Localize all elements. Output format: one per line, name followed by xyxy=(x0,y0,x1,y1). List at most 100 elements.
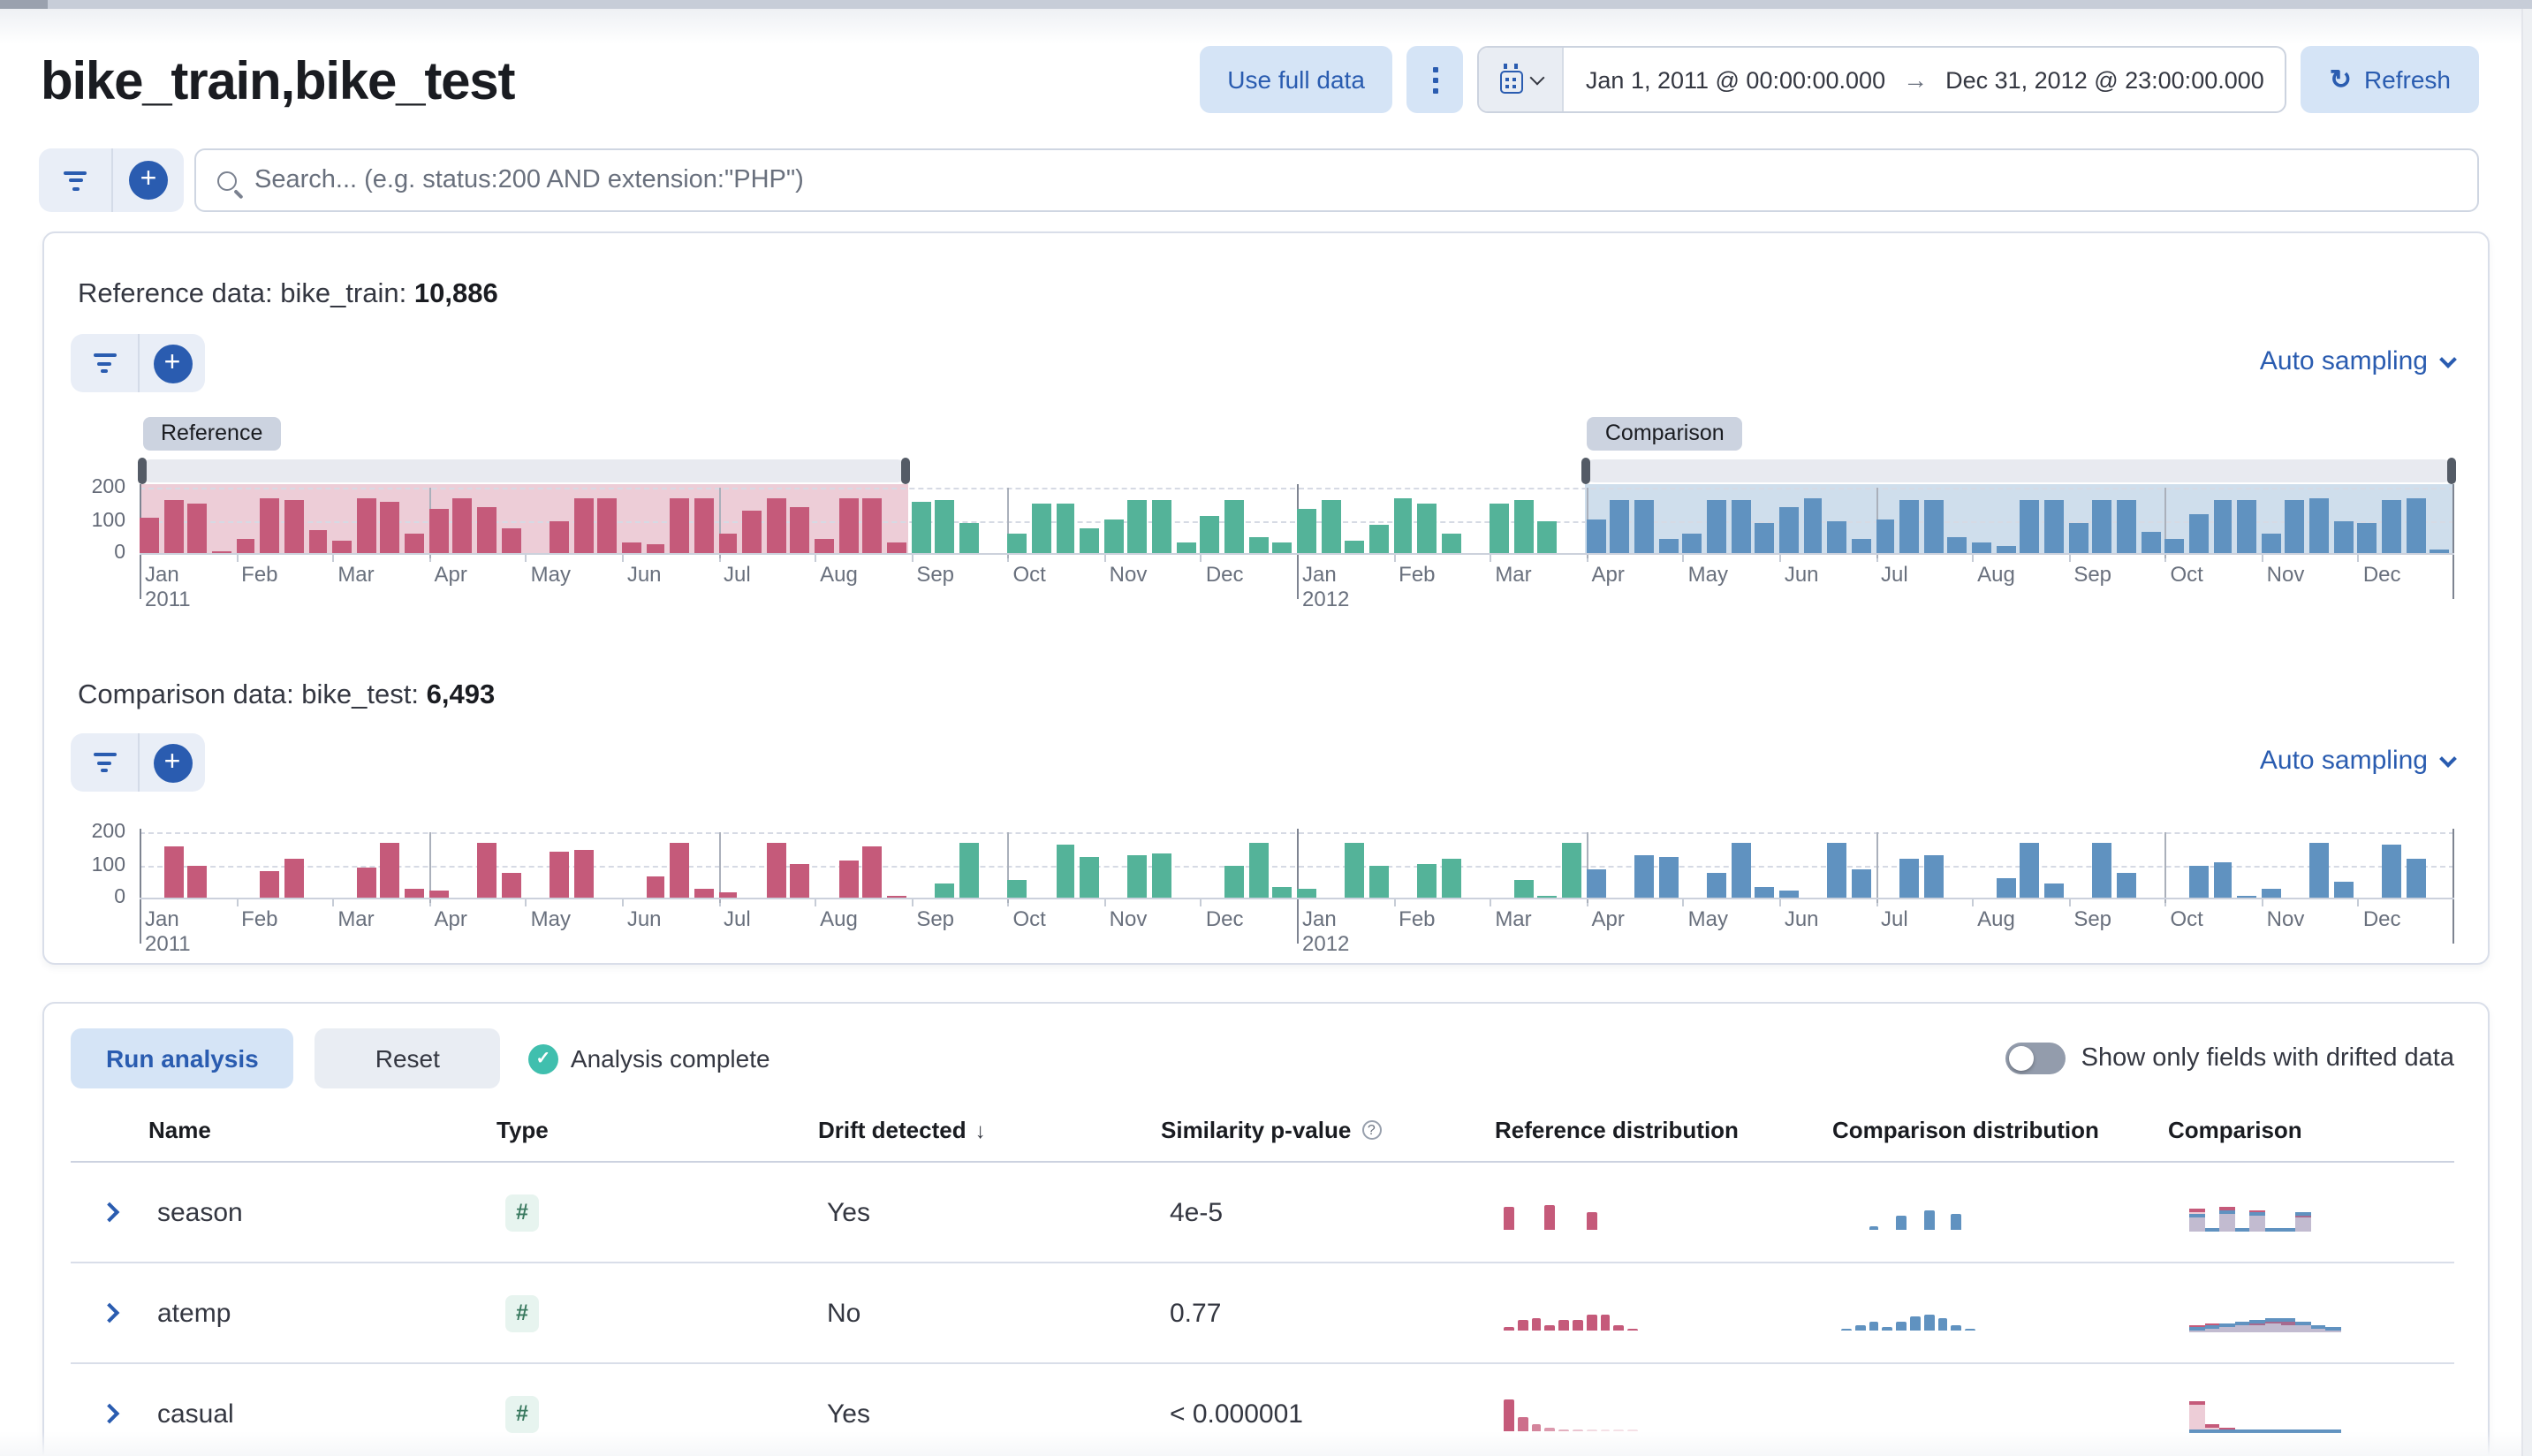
histogram-bar xyxy=(2309,499,2329,553)
calendar-quick-select[interactable] xyxy=(1480,48,1565,111)
histogram-bar xyxy=(260,499,279,553)
refresh-button[interactable]: ↻ Refresh xyxy=(2301,46,2479,113)
similarity-p-value: 0.77 xyxy=(1161,1298,1495,1328)
mini-bar xyxy=(1869,1322,1879,1331)
date-range-values: Jan 1, 2011 @ 00:00:00.000 → Dec 31, 201… xyxy=(1565,48,2286,111)
mini-bar xyxy=(1504,1399,1514,1431)
histogram-bar xyxy=(1852,538,1871,553)
histogram-bar xyxy=(2141,532,2160,553)
filter-button[interactable] xyxy=(71,733,138,792)
histogram-bar xyxy=(815,538,834,553)
histogram-bar xyxy=(1707,501,1726,553)
mini-bar xyxy=(1924,1315,1935,1331)
histogram-bar xyxy=(405,534,424,553)
histogram-bar xyxy=(1779,891,1799,898)
histogram-bar xyxy=(1924,856,1944,898)
page-scrollbar[interactable] xyxy=(2521,9,2532,1456)
apps-menu-button[interactable] xyxy=(1407,46,1464,113)
date-end[interactable]: Dec 31, 2012 @ 23:00:00.000 xyxy=(1945,66,2264,93)
expand-row-icon[interactable] xyxy=(100,1303,120,1323)
x-axis-label: Apr xyxy=(435,562,467,588)
date-start[interactable]: Jan 1, 2011 @ 00:00:00.000 xyxy=(1586,66,1885,93)
mini-bar xyxy=(1855,1325,1866,1331)
mini-bar xyxy=(1883,1327,1893,1331)
chevron-down-icon xyxy=(2439,749,2457,767)
table-row[interactable]: season # Yes 4e-5 xyxy=(71,1163,2454,1263)
reference-time-brush[interactable] xyxy=(140,459,908,482)
histogram-bar xyxy=(622,543,641,553)
column-drift-detected[interactable]: Drift detected↓ xyxy=(818,1117,1161,1143)
histogram-bar xyxy=(1152,501,1171,553)
reference-auto-sampling-dropdown[interactable]: Auto sampling xyxy=(2260,346,2454,376)
x-axis-label: May xyxy=(531,906,571,932)
numeric-type-badge: # xyxy=(505,1395,539,1432)
comparison-auto-sampling-dropdown[interactable]: Auto sampling xyxy=(2260,746,2454,776)
x-axis-label: Jan2012 xyxy=(1302,562,1349,613)
filter-button[interactable] xyxy=(39,148,111,212)
overlay-step xyxy=(2235,1228,2250,1232)
expand-row-icon[interactable] xyxy=(100,1404,120,1424)
histogram-bar xyxy=(1297,890,1316,898)
histogram-bar xyxy=(838,860,858,898)
histogram-bar xyxy=(1080,858,1099,898)
expand-row-icon[interactable] xyxy=(100,1202,120,1223)
date-range-picker[interactable]: Jan 1, 2011 @ 00:00:00.000 → Dec 31, 201… xyxy=(1478,46,2287,113)
x-axis-label: Dec xyxy=(2363,562,2401,588)
x-axis-label: Mar xyxy=(337,562,374,588)
overlay-step xyxy=(2189,1401,2204,1433)
overlay-step xyxy=(2219,1323,2234,1332)
search-input[interactable]: Search... (e.g. status:200 AND extension… xyxy=(194,148,2479,212)
x-axis-label: Jun xyxy=(627,906,662,932)
drifted-only-toggle[interactable] xyxy=(2005,1043,2066,1074)
overlay-step xyxy=(2204,1228,2219,1232)
x-axis-label: Mar xyxy=(337,906,374,932)
x-axis-label: Apr xyxy=(435,906,467,932)
search-icon xyxy=(217,171,237,190)
x-axis-label: May xyxy=(1688,562,1728,588)
comparison-time-brush[interactable] xyxy=(1584,459,2454,482)
x-axis-label: Nov xyxy=(2267,562,2305,588)
mini-bar xyxy=(1965,1329,1975,1331)
use-full-data-button[interactable]: Use full data xyxy=(1199,46,1393,113)
histogram-bar xyxy=(236,538,255,553)
reference-distribution-chart xyxy=(1504,1194,1638,1230)
overlay-step xyxy=(2280,1228,2295,1232)
mini-bar xyxy=(1545,1325,1556,1331)
query-filter-group: + xyxy=(39,148,184,212)
filter-icon xyxy=(93,753,116,772)
x-axis-label: Nov xyxy=(2267,906,2305,932)
x-axis-label: Jan2011 xyxy=(145,906,191,958)
add-filter-button[interactable]: + xyxy=(138,733,205,792)
histogram-bar xyxy=(2165,538,2185,553)
column-name[interactable]: Name xyxy=(148,1117,497,1143)
column-comparison-distribution: Comparison distribution xyxy=(1832,1117,2168,1143)
overlay-step xyxy=(2189,1214,2204,1232)
reset-button[interactable]: Reset xyxy=(315,1028,500,1088)
histogram-bar xyxy=(1442,534,1461,553)
x-axis-label: Sep xyxy=(2073,906,2111,932)
overlay-step xyxy=(2219,1210,2234,1232)
histogram-bar xyxy=(1248,537,1268,554)
page-header: bike_train,bike_test Use full data Jan 1… xyxy=(41,42,2479,113)
add-filter-button[interactable]: + xyxy=(111,148,184,212)
histogram-bar xyxy=(1008,534,1027,553)
histogram-bar xyxy=(838,499,858,553)
y-axis: 2001000 xyxy=(65,488,125,553)
comparison-histogram-plot[interactable] xyxy=(140,832,2454,898)
histogram-bar xyxy=(2382,846,2401,898)
histogram-bar xyxy=(1128,501,1148,553)
search-placeholder: Search... (e.g. status:200 AND extension… xyxy=(254,166,804,194)
table-row[interactable]: atemp # No 0.77 xyxy=(71,1263,2454,1364)
y-axis-label: 0 xyxy=(114,887,125,908)
mini-bar xyxy=(1937,1318,1948,1331)
histogram-bar xyxy=(2334,522,2354,553)
column-type[interactable]: Type xyxy=(497,1117,818,1143)
column-similarity-p-value[interactable]: Similarity p-value? xyxy=(1161,1117,1495,1143)
table-header: Name Type Drift detected↓ Similarity p-v… xyxy=(71,1099,2454,1163)
run-analysis-button[interactable]: Run analysis xyxy=(71,1028,294,1088)
reference-doc-count: 10,886 xyxy=(414,279,498,309)
add-filter-button[interactable]: + xyxy=(138,334,205,392)
filter-button[interactable] xyxy=(71,334,138,392)
histogram-bar xyxy=(1658,538,1678,553)
reference-histogram-plot[interactable] xyxy=(140,488,2454,553)
